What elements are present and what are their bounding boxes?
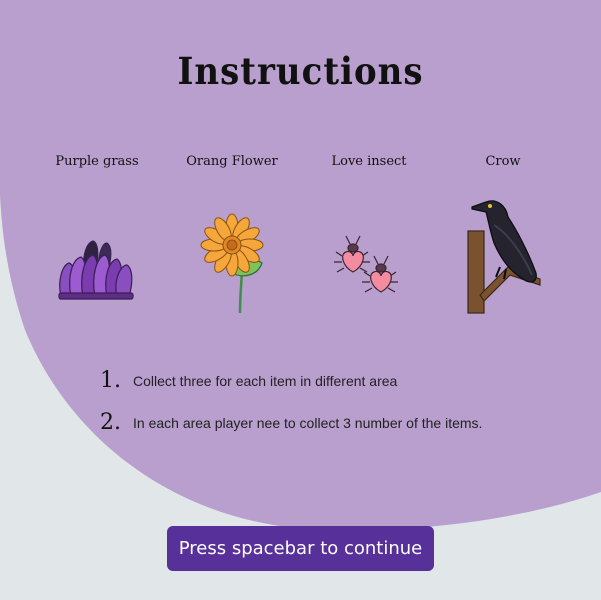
step-number: 2. bbox=[100, 410, 121, 435]
love-insect-icon bbox=[334, 235, 398, 293]
instruction-step: 2. In each area player nee to collect 3 … bbox=[100, 410, 482, 435]
item-label-purple-grass: Purple grass bbox=[55, 154, 139, 169]
item-label-love-insect: Love insect bbox=[331, 154, 407, 169]
purple-grass-icon bbox=[58, 240, 134, 300]
instruction-step: 1. Collect three for each item in differ… bbox=[100, 368, 397, 393]
step-number: 1. bbox=[100, 368, 121, 393]
continue-button[interactable]: Press spacebar to continue bbox=[167, 526, 434, 571]
orange-flower-icon bbox=[200, 213, 264, 314]
step-text: In each area player nee to collect 3 num… bbox=[133, 414, 483, 431]
crow-icon bbox=[467, 200, 541, 314]
item-label-orange-flower: Orang Flower bbox=[186, 154, 278, 169]
page-title: Instructions bbox=[177, 50, 424, 94]
step-text: Collect three for each item in different… bbox=[133, 372, 398, 389]
item-label-crow: Crow bbox=[485, 154, 521, 169]
